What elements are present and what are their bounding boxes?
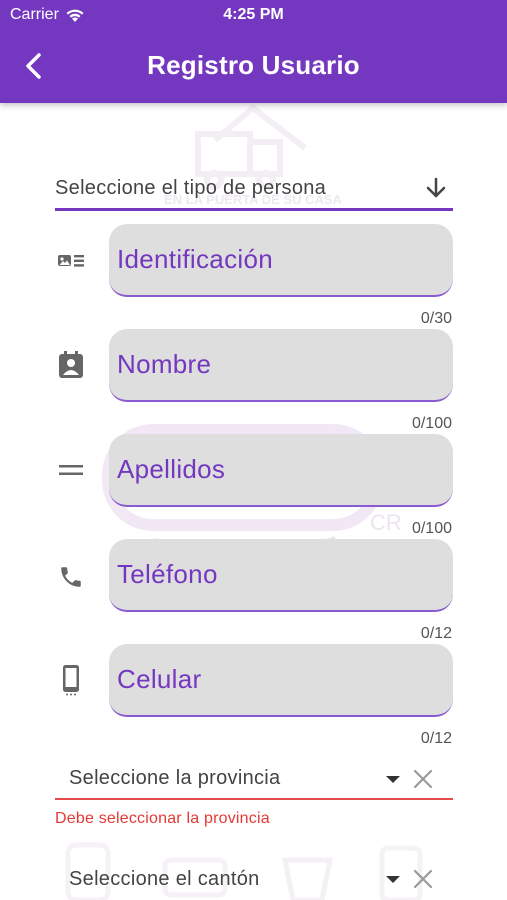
phone-counter: 0/12 xyxy=(420,625,452,642)
surname-label: Apellidos xyxy=(117,454,226,484)
phone-label: Teléfono xyxy=(117,559,218,589)
province-select[interactable]: Seleccione la provincia xyxy=(55,758,453,800)
name-input[interactable]: Nombre xyxy=(109,329,453,402)
province-label: Seleccione la provincia xyxy=(69,766,281,789)
phone-icon xyxy=(55,561,87,593)
canton-label: Seleccione el cantón xyxy=(69,867,260,890)
arrow-down-icon xyxy=(426,177,446,198)
canton-select[interactable]: Seleccione el cantón xyxy=(55,858,453,900)
identification-counter: 0/30 xyxy=(420,310,452,327)
mobile-label: Celular xyxy=(117,664,202,694)
surname-counter: 0/100 xyxy=(411,520,452,537)
person-type-label: Seleccione el tipo de persona xyxy=(55,176,327,199)
contact-badge-icon xyxy=(55,349,87,381)
app-header: Carrier 4:25 PM Registro Usuario xyxy=(0,0,507,103)
caret-down-icon xyxy=(386,776,400,783)
identification-input[interactable]: Identificación xyxy=(109,224,453,297)
name-label: Nombre xyxy=(117,349,212,379)
status-time: 4:25 PM xyxy=(223,6,284,23)
clear-icon[interactable] xyxy=(412,868,434,890)
surname-input[interactable]: Apellidos xyxy=(109,434,453,507)
person-type-select[interactable]: Seleccione el tipo de persona xyxy=(55,168,453,211)
surname-field-row: Apellidos 0/100 xyxy=(0,434,507,538)
mobile-phone-icon xyxy=(55,664,87,696)
name-counter: 0/100 xyxy=(411,415,452,432)
clear-icon[interactable] xyxy=(412,768,434,790)
mobile-input[interactable]: Celular xyxy=(109,644,453,717)
identification-field-row: Identificación 0/30 xyxy=(0,224,507,328)
identification-label: Identificación xyxy=(117,244,273,274)
mobile-counter: 0/12 xyxy=(420,730,452,747)
phone-input[interactable]: Teléfono xyxy=(109,539,453,612)
equals-icon xyxy=(55,454,87,486)
page-title: Registro Usuario xyxy=(147,50,360,80)
caret-down-icon xyxy=(386,876,400,883)
id-card-icon xyxy=(55,245,87,277)
province-error-message: Debe seleccionar la provincia xyxy=(55,810,270,827)
phone-field-row: Teléfono 0/12 xyxy=(0,539,507,643)
name-field-row: Nombre 0/100 xyxy=(0,329,507,433)
mobile-field-row: Celular 0/12 xyxy=(0,644,507,748)
